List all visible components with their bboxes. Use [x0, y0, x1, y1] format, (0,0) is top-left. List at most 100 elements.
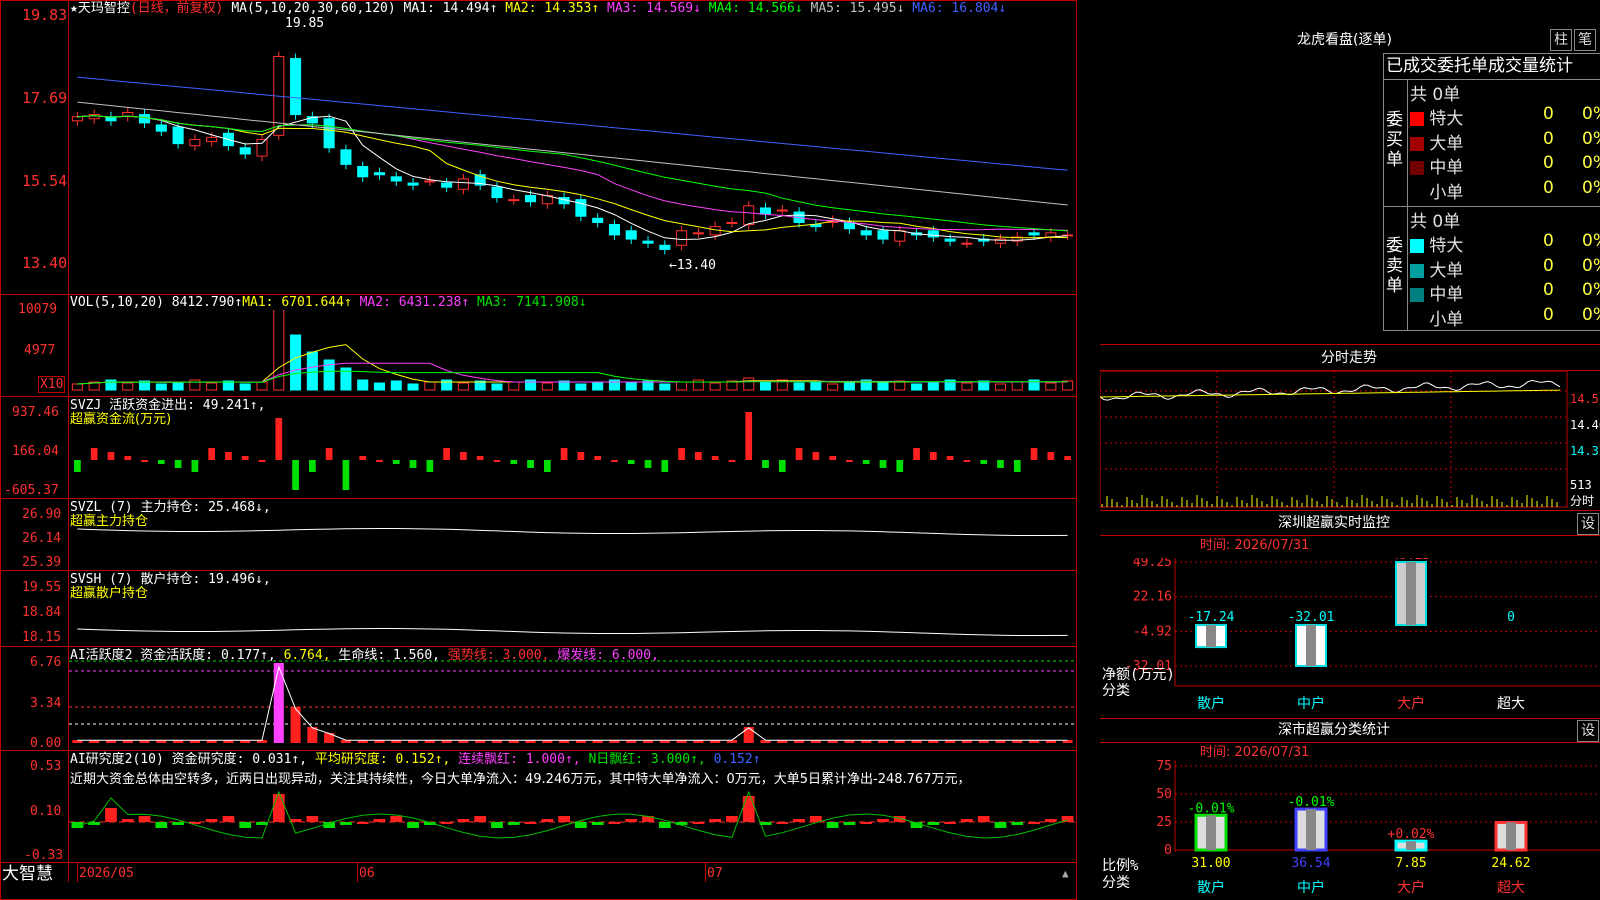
price-tick-3: 13.40 — [22, 254, 68, 272]
svzj-bar — [275, 418, 283, 460]
order-swatch-icon — [1410, 239, 1424, 253]
svzj-bar — [711, 456, 719, 460]
order-row-0: 特大 0 0% — [1410, 104, 1600, 129]
svzj-bar — [1064, 456, 1071, 460]
longhu-title: 龙虎看盘(逐单) — [1297, 32, 1392, 48]
order-row-1: 大单 0 0% — [1410, 129, 1600, 154]
vol-bar — [407, 383, 419, 391]
svzj-bar — [258, 460, 266, 462]
price-tick-2: 15.54 — [22, 172, 68, 190]
vol-bar — [759, 381, 772, 391]
order-count: 0 — [1543, 255, 1554, 276]
candle — [155, 124, 167, 132]
zhu-button[interactable]: 柱 — [1550, 29, 1572, 51]
candle — [860, 230, 872, 236]
vol-bar — [508, 381, 520, 391]
date-sep-1 — [357, 862, 358, 882]
brand-label[interactable]: 大智慧 — [2, 864, 53, 884]
buy-total: 共 0单 — [1410, 85, 1461, 105]
order-name: 中单 — [1424, 158, 1464, 178]
svsh-tick-0: 19.55 — [22, 580, 62, 595]
szc-change-1: -0.01% — [1288, 795, 1335, 810]
order-name: 中单 — [1424, 285, 1464, 305]
research-bar — [407, 822, 419, 828]
szc-value-3: 24.62 — [1491, 856, 1530, 871]
sz-monitor-settings-button[interactable]: 设 — [1577, 513, 1599, 535]
svzl-tick-1: 26.14 — [22, 531, 62, 546]
szm-value-1: -32.01 — [1288, 610, 1335, 625]
szm-tick-1: 22.16 — [1133, 590, 1172, 605]
price-chart: 19.85 ←13.40 — [71, 16, 1074, 273]
vol-bar — [676, 381, 688, 391]
candle — [525, 194, 537, 203]
svzj-bar — [1030, 448, 1038, 460]
svzj-bar — [611, 460, 618, 462]
sz-monitor-time: 时间: 2026/07/31 — [1200, 538, 1310, 553]
svzj-bar — [141, 460, 148, 462]
candle — [592, 217, 604, 223]
vol-tick-0: 10079 — [18, 302, 58, 317]
vol-tick-1: 4977 — [24, 343, 56, 358]
bi-button[interactable]: 笔 — [1574, 29, 1596, 51]
vol-bar — [961, 382, 973, 391]
order-count: 0 — [1543, 231, 1554, 251]
ai-active-tick-0: 6.76 — [30, 655, 62, 670]
research-bar — [390, 816, 403, 822]
svzj-bar — [627, 460, 635, 464]
order-row-1: 大单 0 0% — [1410, 255, 1600, 281]
order-swatch-icon — [1410, 161, 1424, 175]
ai-research-comment: 近期大资金总体由空转多，近两日出现异动，关注其持续性，今日大单净流入：49.24… — [70, 772, 971, 787]
longhu-side-line — [1407, 79, 1408, 331]
stock-subtitle: (日线，前复权) — [129, 1, 224, 16]
svzj-bar — [191, 460, 199, 472]
research-bar — [994, 822, 1007, 828]
order-pct: 0% — [1582, 104, 1600, 124]
svzj-tick-0: 937.46 — [12, 405, 59, 420]
szc-cat-1: 中户 — [1297, 879, 1325, 896]
szc-cat-2: 大户 — [1397, 879, 1425, 896]
sz-class-settings-button[interactable]: 设 — [1577, 720, 1599, 742]
candle — [642, 240, 654, 244]
vol-bar — [206, 382, 218, 391]
candle — [659, 244, 671, 250]
research-bar — [575, 822, 587, 828]
sz-monitor-chart: 49.2522.16-4.92-32.01-17.24散户-32.01中户49.… — [1102, 558, 1600, 712]
sz-class-time: 时间: 2026/07/31 — [1200, 745, 1310, 760]
order-count: 0 — [1543, 280, 1554, 300]
research-bar — [356, 822, 369, 824]
intraday-price-0: 14.5 — [1570, 392, 1599, 406]
szc-tick-2: 25 — [1156, 815, 1172, 830]
order-name: 大单 — [1424, 133, 1464, 154]
vol-bar — [927, 381, 939, 391]
vol-bar — [256, 381, 268, 391]
vol-bar — [911, 383, 923, 391]
svzj-bar — [124, 456, 132, 460]
research-bar — [843, 822, 856, 825]
date-label-0: 2026/05 — [79, 866, 134, 881]
svzj-bar — [1047, 452, 1055, 460]
intraday-title: 分时走势 — [1321, 350, 1377, 366]
intraday-price-1: 14.46 — [1570, 418, 1600, 432]
sz-monitor-top-line — [1100, 510, 1600, 511]
research-bar — [658, 822, 671, 828]
candle — [776, 209, 788, 212]
research-bar — [155, 822, 168, 828]
lock-icon[interactable]: ▲ — [1062, 866, 1069, 881]
candle — [1028, 232, 1040, 236]
order-swatch-icon — [1410, 288, 1424, 302]
svzj-bar — [74, 460, 81, 472]
sz-class-title-line — [1100, 742, 1600, 743]
svzj-bar — [241, 456, 249, 460]
svzj-bar — [929, 452, 937, 460]
ma-values: MA1: 14.494↑ MA2: 14.353↑ MA3: 14.569↓ M… — [404, 1, 1007, 16]
svzj-bar — [846, 460, 853, 462]
ma-value-5: MA5: 15.495↓ — [810, 1, 913, 16]
svzj-bar — [577, 452, 585, 460]
szc-bar-core-0 — [1206, 815, 1216, 850]
szc-tick-1: 50 — [1156, 787, 1172, 802]
svzj-bar — [745, 412, 753, 460]
svzj-bar — [728, 460, 736, 462]
research-bar — [977, 816, 990, 822]
order-name: 特大 — [1424, 236, 1464, 256]
vol-bar — [390, 380, 402, 391]
